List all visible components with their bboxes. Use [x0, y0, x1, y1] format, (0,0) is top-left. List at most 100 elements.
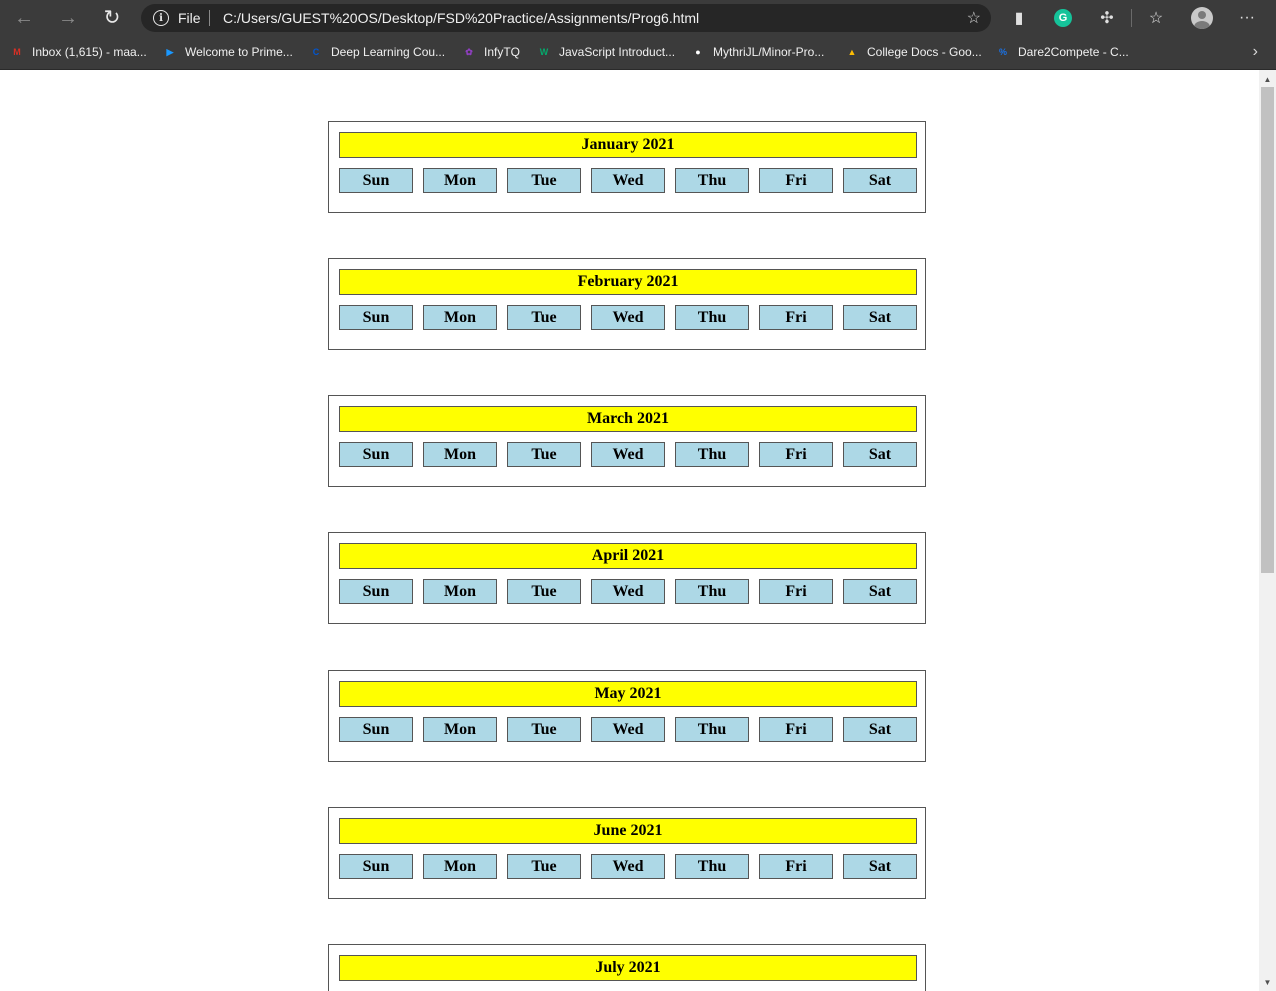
refresh-icon[interactable]: ↻: [99, 6, 125, 30]
prime-video-icon: ▶: [166, 46, 174, 57]
bookmark-label: InfyTQ: [484, 45, 521, 59]
grammarly-extension[interactable]: G: [1051, 6, 1075, 30]
weekday-header: Thu: [675, 305, 749, 330]
bookmarks-bar: M Inbox (1,615) - maa... ▶ Welcome to Prime…: [0, 36, 1276, 70]
bookmark-item[interactable]: ● MythriJL/Minor-Pro...: [691, 43, 824, 61]
github-icon: ●: [695, 47, 701, 57]
month-calendar: June 2021 Sun Mon Tue Wed Thu Fri Sat: [328, 807, 926, 899]
weekday-header: Fri: [759, 168, 833, 193]
weekday-header: Thu: [675, 717, 749, 742]
page-viewport: January 2021 Sun Mon Tue Wed Thu Fri Sat Februar…: [0, 70, 1259, 991]
bookmark-item[interactable]: ▶ Welcome to Prime...: [163, 43, 293, 61]
weekday-header: Tue: [507, 854, 581, 879]
bookmark-label: College Docs - Goo...: [867, 45, 982, 59]
weekday-header: Mon: [423, 717, 497, 742]
extensions-puzzle-icon[interactable]: ✣: [1095, 6, 1119, 30]
weekday-header: Sun: [339, 717, 413, 742]
month-calendar: March 2021 Sun Mon Tue Wed Thu Fri Sat: [328, 395, 926, 487]
weekday-header: Fri: [759, 579, 833, 604]
weekday-header: Sat: [843, 717, 917, 742]
more-bookmarks-chevron-icon[interactable]: ›: [1253, 43, 1258, 61]
browser-toolbar: ← → ↻ i File C:/Users/GUEST%20OS/Desktop…: [0, 0, 1276, 36]
avatar-icon: [1191, 7, 1213, 29]
month-title: April 2021: [339, 543, 917, 569]
month-calendar: January 2021 Sun Mon Tue Wed Thu Fri Sat: [328, 121, 926, 213]
weekday-header: Wed: [591, 579, 665, 604]
month-title: July 2021: [339, 955, 917, 981]
info-icon[interactable]: i: [153, 10, 169, 26]
address-separator: [209, 10, 210, 26]
settings-menu-icon[interactable]: ···: [1235, 6, 1259, 30]
weekday-header: Tue: [507, 168, 581, 193]
weekday-header: Sun: [339, 854, 413, 879]
month-calendar: February 2021 Sun Mon Tue Wed Thu Fri Sat: [328, 258, 926, 350]
weekday-header: Tue: [507, 442, 581, 467]
add-favorite-icon[interactable]: ☆: [967, 8, 981, 28]
weekday-header: Sun: [339, 305, 413, 330]
weekday-header: Sat: [843, 442, 917, 467]
url-text[interactable]: C:/Users/GUEST%20OS/Desktop/FSD%20Practi…: [223, 10, 699, 26]
weekday-header: Tue: [507, 717, 581, 742]
scroll-down-arrow-icon[interactable]: ▼: [1259, 975, 1276, 989]
weekday-header: Sun: [339, 168, 413, 193]
scroll-thumb[interactable]: [1261, 87, 1274, 573]
weekday-header: Sat: [843, 854, 917, 879]
weekday-header: Sun: [339, 442, 413, 467]
bookmark-label: MythriJL/Minor-Pro...: [713, 45, 825, 59]
bookmark-item[interactable]: W JavaScript Introduct...: [537, 43, 675, 61]
weekday-header: Sat: [843, 168, 917, 193]
weekday-header: Wed: [591, 717, 665, 742]
weekday-header: Mon: [423, 168, 497, 193]
profile-button[interactable]: [1190, 6, 1214, 30]
weekday-header: Sat: [843, 305, 917, 330]
bookmark-item[interactable]: ✿ InfyTQ: [462, 43, 520, 61]
bookmark-item[interactable]: % Dare2Compete - C...: [996, 43, 1129, 61]
weekday-header: Thu: [675, 442, 749, 467]
bookmark-label: Welcome to Prime...: [185, 45, 293, 59]
month-title: February 2021: [339, 269, 917, 295]
file-scheme-label: File: [178, 10, 201, 26]
weekday-header: Mon: [423, 305, 497, 330]
weekday-header: Fri: [759, 305, 833, 330]
forward-arrow-icon[interactable]: →: [55, 6, 81, 30]
weekday-header: Thu: [675, 854, 749, 879]
weekday-header: Sat: [843, 579, 917, 604]
month-title: March 2021: [339, 406, 917, 432]
weekday-header: Wed: [591, 168, 665, 193]
grammarly-icon: G: [1054, 9, 1072, 27]
office-icon[interactable]: ▮: [1007, 6, 1031, 30]
bookmark-item[interactable]: ▲ College Docs - Goo...: [845, 43, 982, 61]
google-drive-icon: ▲: [847, 47, 857, 57]
bookmark-label: Dare2Compete - C...: [1018, 45, 1129, 59]
infytq-icon: ✿: [465, 46, 473, 57]
weekday-header: Tue: [507, 579, 581, 604]
month-calendar: May 2021 Sun Mon Tue Wed Thu Fri Sat: [328, 670, 926, 762]
weekday-header: Fri: [759, 854, 833, 879]
bookmark-item[interactable]: C Deep Learning Cou...: [309, 43, 445, 61]
weekday-header: Wed: [591, 854, 665, 879]
weekday-header: Mon: [423, 854, 497, 879]
bookmark-label: Deep Learning Cou...: [331, 45, 446, 59]
weekday-header: Fri: [759, 442, 833, 467]
favorites-icon[interactable]: ☆: [1144, 6, 1168, 30]
month-title: June 2021: [339, 818, 917, 844]
month-title: January 2021: [339, 132, 917, 158]
address-bar[interactable]: i File C:/Users/GUEST%20OS/Desktop/FSD%2…: [141, 4, 991, 32]
dare2compete-icon: %: [998, 47, 1007, 57]
weekday-header: Mon: [423, 579, 497, 604]
toolbar-separator: [1131, 9, 1132, 27]
weekday-header: Sun: [339, 579, 413, 604]
weekday-header: Wed: [591, 305, 665, 330]
scroll-up-arrow-icon[interactable]: ▲: [1259, 72, 1276, 86]
weekday-header: Wed: [591, 442, 665, 467]
bookmark-item[interactable]: M Inbox (1,615) - maa...: [10, 43, 146, 61]
weekday-header: Mon: [423, 442, 497, 467]
weekday-header: Tue: [507, 305, 581, 330]
month-title: May 2021: [339, 681, 917, 707]
weekday-header: Thu: [675, 168, 749, 193]
w3schools-icon: W: [539, 47, 549, 57]
weekday-header: Thu: [675, 579, 749, 604]
vertical-scrollbar[interactable]: ▲ ▼: [1259, 70, 1276, 991]
gmail-icon: M: [13, 47, 21, 57]
back-arrow-icon[interactable]: ←: [11, 6, 37, 30]
